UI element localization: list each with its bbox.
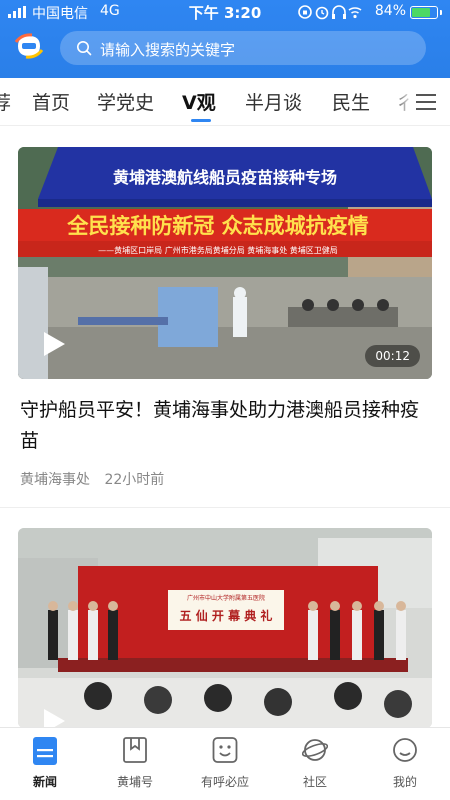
nav-label: 我的	[392, 775, 417, 789]
tab-party-history[interactable]: 学党史	[97, 88, 154, 115]
board-main-text: 五 仙 开 幕 典 礼	[180, 608, 273, 623]
rotation-lock-icon	[298, 5, 312, 19]
play-icon[interactable]	[42, 708, 66, 727]
bottom-nav: 新闻 黄埔号 有呼必应 社区 我的	[0, 727, 450, 800]
tab-home[interactable]: 首页	[32, 88, 70, 115]
list-item[interactable]: 黄埔港澳航线船员疫苗接种专场 全民接种防新冠 众志成城抗疫情 ——黄埔区口岸局 …	[18, 147, 432, 507]
news-time: 22小时前	[104, 472, 165, 488]
nav-label: 新闻	[32, 775, 57, 789]
news-title[interactable]: 守护船员平安！黄埔海事处助力港澳船员接种疫苗	[20, 395, 430, 457]
status-icons	[298, 5, 362, 20]
ceremony-scene-image: 广州市中山大学附属第五医院 五 仙 开 幕 典 礼	[18, 528, 432, 727]
tab-banyuetan[interactable]: 半月谈	[245, 88, 302, 115]
headphones-icon	[332, 5, 346, 19]
slogan-text: 全民接种防新冠 众志成城抗疫情	[66, 214, 368, 238]
play-icon[interactable]	[42, 331, 66, 357]
wifi-icon	[348, 7, 362, 19]
vaccination-scene-image: 黄埔港澳航线船员疫苗接种专场 全民接种防新冠 众志成城抗疫情 ——黄埔区口岸局 …	[18, 147, 432, 379]
status-bar: 中国电信 4G 下午 3:20 84%	[0, 0, 450, 24]
search-icon	[77, 41, 92, 56]
tab-livelihood[interactable]: 民生	[332, 88, 370, 115]
video-duration: 00:12	[365, 345, 420, 367]
video-thumbnail[interactable]: 广州市中山大学附属第五医院 五 仙 开 幕 典 礼	[18, 528, 432, 727]
tab-recommend[interactable]: 荐	[0, 88, 11, 115]
nav-label: 有呼必应	[200, 775, 249, 789]
app-logo-icon[interactable]	[14, 33, 44, 59]
video-thumbnail[interactable]: 黄埔港澳航线船员疫苗接种专场 全民接种防新冠 众志成城抗疫情 ——黄埔区口岸局 …	[18, 147, 432, 379]
news-icon	[33, 737, 57, 765]
news-source: 黄埔海事处	[20, 472, 90, 488]
nav-community[interactable]: 社区	[270, 736, 360, 796]
alarm-icon	[315, 6, 329, 20]
tent-banner-text: 黄埔港澳航线船员疫苗接种专场	[113, 168, 337, 187]
smile-face-icon	[212, 737, 238, 763]
profile-icon	[393, 738, 417, 762]
search-placeholder: 请输入搜索的关键字	[100, 41, 236, 59]
nav-profile[interactable]: 我的	[360, 736, 450, 796]
nav-label: 黄埔号	[116, 775, 153, 789]
battery-icon	[410, 6, 442, 19]
sponsor-text: ——黄埔区口岸局 广州市港务局黄埔分局 黄埔海事处 黄埔区卫健局	[98, 245, 338, 255]
planet-icon	[302, 739, 328, 761]
top-header: 中国电信 4G 下午 3:20 84% 请输入搜索的关键字	[0, 0, 450, 78]
active-tab-indicator	[191, 119, 211, 122]
nav-response[interactable]: 有呼必应	[180, 736, 270, 796]
battery-percent: 84%	[374, 3, 406, 19]
nav-label: 社区	[302, 775, 327, 789]
list-item[interactable]: 广州市中山大学附属第五医院 五 仙 开 幕 典 礼	[18, 528, 432, 727]
channel-tabs: 荐 首页 学党史 V观 半月谈 民生 彳	[0, 78, 450, 126]
news-meta: 黄埔海事处 22小时前	[20, 469, 164, 489]
divider	[0, 507, 450, 508]
bookmark-icon	[123, 737, 147, 763]
nav-news[interactable]: 新闻	[0, 736, 90, 796]
search-bar[interactable]: 请输入搜索的关键字	[60, 31, 426, 65]
battery-fill	[412, 8, 431, 17]
tab-v-view[interactable]: V观	[182, 88, 216, 115]
news-feed: 黄埔港澳航线船员疫苗接种专场 全民接种防新冠 众志成城抗疫情 ——黄埔区口岸局 …	[0, 127, 450, 727]
nav-huangpu-account[interactable]: 黄埔号	[90, 736, 180, 796]
board-top-text: 广州市中山大学附属第五医院	[187, 594, 265, 602]
hamburger-menu-icon[interactable]	[416, 93, 436, 111]
